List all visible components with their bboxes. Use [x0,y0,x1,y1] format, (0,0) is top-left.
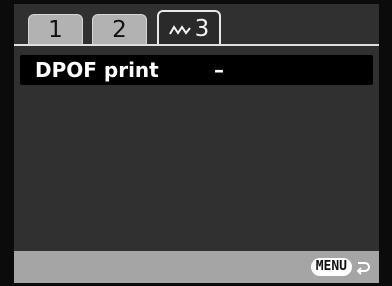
tab-2-label: 2 [112,17,127,43]
tab-3[interactable]: 3 [157,10,221,44]
return-arrow-icon [356,262,370,275]
playback-wave-icon [168,24,191,35]
menu-button-hint[interactable]: MENU [310,257,371,277]
tab-1[interactable]: 1 [28,14,83,44]
tab-1-label: 1 [48,17,63,43]
menu-item-label: DPOF print [35,58,159,82]
tab-2[interactable]: 2 [92,14,147,44]
tab-3-label: 3 [194,16,210,42]
menu-item-dpof-print[interactable]: DPOF print – [20,55,373,85]
menu-button-label: MENU [310,258,352,276]
menu-footer: MENU [14,251,379,283]
tab-divider [14,44,379,46]
menu-item-value: – [214,58,224,82]
camera-menu-screen: 1 2 3 DPOF print – MENU [14,4,379,283]
